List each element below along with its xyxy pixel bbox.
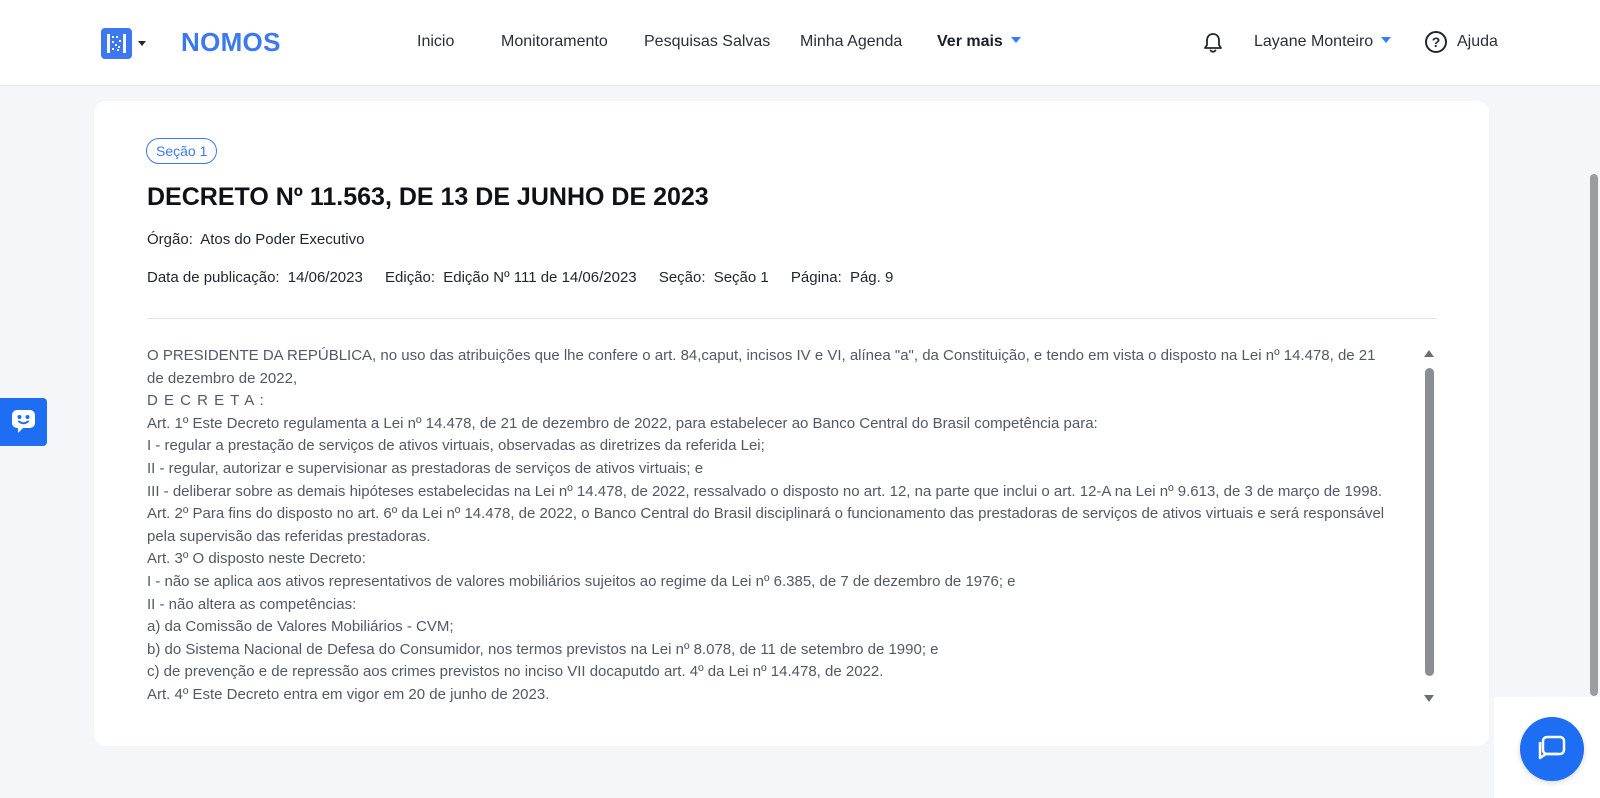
orgao-row: Órgão: Atos do Poder Executivo [147,231,382,248]
chevron-down-icon [1010,37,1021,43]
page-label: Página: [790,269,842,286]
document-paragraph: c) de prevenção e de repressão aos crime… [147,663,884,681]
nav-item-label: Ver mais [937,33,1003,50]
user-name: Layane Monteiro [1254,33,1374,50]
document-paragraph: I - regular a prestação de serviços de a… [147,437,765,455]
nav-item-inicio[interactable]: Inicio [417,33,454,51]
edition-value: Edição Nº 111 de 14/06/2023 [443,269,637,286]
scroll-up-arrow-icon[interactable] [1424,350,1434,357]
brand-logo[interactable]: NOMOS [181,27,281,58]
nav-item-ver-mais[interactable]: Ver mais [937,33,1021,51]
document-paragraph: III - deliberar sobre as demais hipótese… [147,482,1383,500]
app-switcher[interactable] [101,28,146,59]
section-label: Seção: [658,269,706,286]
chevron-down-icon [138,41,146,46]
publication-date-value: 14/06/2023 [287,269,363,286]
publication-meta-row: Data de publicação: 14/06/2023 Edição: E… [147,269,911,286]
divider [147,318,1437,319]
document-paragraph: Art. 2º Para fins do disposto no art. 6º… [147,505,1385,545]
document-paragraph: I - não se aplica aos ativos representat… [147,572,1016,590]
chat-robot-icon [12,410,35,433]
document-paragraph: II - regular, autorizar e supervisionar … [147,459,704,477]
question-circle-icon: ? [1425,31,1447,53]
scroll-down-arrow-icon[interactable] [1424,695,1434,702]
document-card: Seção 1 DECRETO Nº 11.563, DE 13 DE JUNH… [94,101,1489,746]
document-paragraph: II - não altera as competências: [147,595,357,613]
nav-item-monitoramento[interactable]: Monitoramento [501,33,608,51]
text-scrollbar-thumb[interactable] [1425,368,1434,676]
orgao-value: Atos do Poder Executivo [200,231,365,248]
chat-bubble-icon [1538,735,1566,760]
document-title: DECRETO Nº 11.563, DE 13 DE JUNHO DE 202… [147,183,709,211]
help-label: Ajuda [1457,33,1498,50]
bell-icon[interactable] [1203,32,1223,59]
document-paragraph: b) do Sistema Nacional de Defesa do Cons… [147,640,939,658]
feedback-tab[interactable] [0,398,47,446]
document-paragraph: a) da Comissão de Valores Mobiliários - … [147,618,454,636]
document-paragraph: Art. 1º Este Decreto regulamenta a Lei n… [147,414,1098,432]
edition-label: Edição: [385,269,436,286]
nav-item-pesquisas-salvas[interactable]: Pesquisas Salvas [644,33,770,51]
document-paragraph: D E C R E T A : [147,392,265,410]
orgao-label: Órgão: [147,231,193,248]
nav-item-minha-agenda[interactable]: Minha Agenda [800,33,902,51]
top-header: NOMOS Inicio Monitoramento Pesquisas Sal… [0,0,1600,86]
page-scrollbar-thumb[interactable] [1590,174,1598,696]
section-value: Seção 1 [713,269,769,286]
chat-launcher-button[interactable] [1520,717,1584,781]
page-value: Pág. 9 [849,269,894,286]
document-paragraph: Art. 4º Este Decreto entra em vigor em 2… [147,685,550,703]
document-paragraph: O PRESIDENTE DA REPÚBLICA, no uso das at… [147,347,1376,387]
section-badge: Seção 1 [146,138,218,164]
document-paragraph: Art. 3º O disposto neste Decreto: [147,550,366,568]
document-body[interactable]: O PRESIDENTE DA REPÚBLICA, no uso das at… [147,345,1392,713]
grid-app-icon [101,28,132,59]
chevron-down-icon [1381,37,1392,43]
publication-date-label: Data de publicação: [147,269,280,286]
user-menu[interactable]: Layane Monteiro [1254,33,1392,51]
help-link[interactable]: ? Ajuda [1425,31,1498,53]
